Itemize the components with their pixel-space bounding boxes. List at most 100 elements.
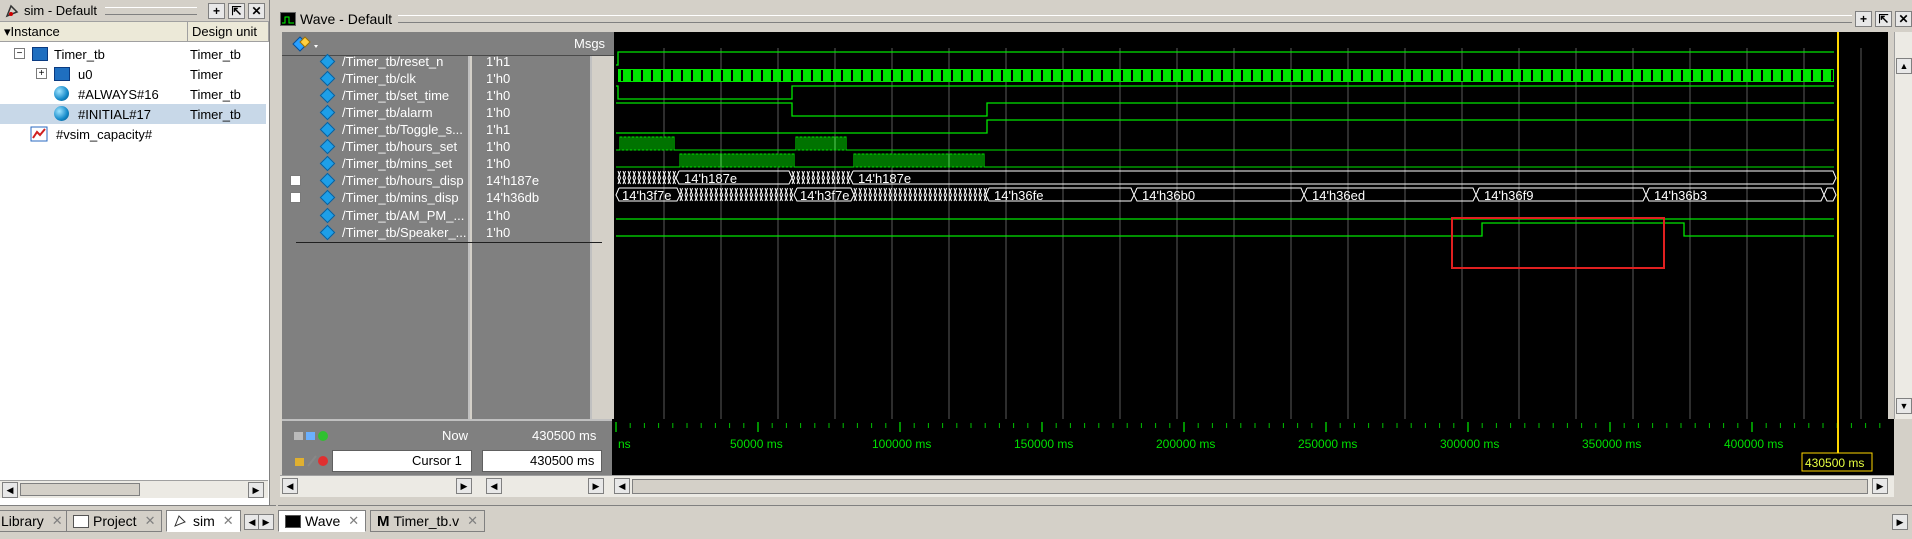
signal-value: 1'h0 <box>486 208 511 223</box>
cursor-icons <box>294 454 330 468</box>
wave-scroll-left-icon[interactable]: ◀ <box>614 478 630 494</box>
tree-item-always[interactable]: #ALWAYS#16 Timer_tb <box>0 84 270 104</box>
tab-scroll-right-icon[interactable]: ▶ <box>258 514 274 530</box>
drag-grip[interactable] <box>104 6 197 15</box>
close-tab-icon[interactable]: ✕ <box>52 513 63 529</box>
sim-title: sim - Default <box>24 3 97 18</box>
tree-item-u0[interactable]: + u0 Timer <box>0 64 270 84</box>
bus-value-label: 14'h36b0 <box>1142 188 1195 203</box>
close-tab-icon[interactable]: ✕ <box>145 513 156 529</box>
close-tab-icon[interactable]: ✕ <box>467 513 478 529</box>
sim-hscrollbar[interactable]: ◀ ▶ <box>0 480 268 498</box>
expand-bus-icon[interactable]: + <box>290 175 301 186</box>
timeline-background <box>612 419 1894 475</box>
signal-wave <box>616 85 1834 100</box>
tick-label: 300000 ms <box>1440 437 1499 451</box>
signal-diamond-icon <box>319 155 336 172</box>
bus-value-label: 14'h36f9 <box>1484 188 1533 203</box>
names-scroll-right-icon[interactable]: ▶ <box>456 478 472 494</box>
values-scroll-left-icon[interactable]: ◀ <box>486 478 502 494</box>
tree-item-vsim-capacity[interactable]: #vsim_capacity# <box>0 124 270 144</box>
tab-library[interactable]: Library ✕ <box>0 510 70 532</box>
signal-diamond-icon <box>319 172 336 189</box>
signal-name: /Timer_tb/set_time <box>342 88 450 103</box>
signal-row[interactable]: /Timer_tb/Speaker_... 1'h0 <box>290 222 600 243</box>
wave-icon <box>280 12 296 26</box>
capacity-icon <box>30 126 48 142</box>
wave-hscrollbar[interactable]: ◀ ▶ ◀ ▶ ◀ ▶ <box>280 475 1894 497</box>
signal-diamond-icon <box>319 70 336 87</box>
tab-timer-tb-v[interactable]: M Timer_tb.v ✕ <box>370 510 486 532</box>
instance-header[interactable]: ▾Instance <box>0 22 188 41</box>
add-icon[interactable]: + <box>208 2 225 19</box>
tick-label: 400000 ms <box>1724 437 1783 451</box>
add-icon[interactable]: + <box>1855 11 1872 27</box>
timeline-ruler[interactable]: ns 50000 ms 100000 ms 150000 ms 200000 ms 250… <box>612 419 1894 475</box>
sim-title-bar: sim - Default + ⇱ ✕ <box>0 0 269 22</box>
close-tab-icon[interactable]: ✕ <box>348 513 359 529</box>
bus-value-label: 14'h187e <box>684 171 737 186</box>
signal-diamond-icon <box>319 224 336 241</box>
bus-value-label: 14'h36fe <box>994 188 1043 203</box>
tab-sim[interactable]: sim ✕ <box>166 510 241 532</box>
signal-diamond-icon <box>319 189 336 206</box>
tab-scroll-right-icon[interactable]: ▶ <box>1892 514 1908 530</box>
tree-item-initial[interactable]: #INITIAL#17 Timer_tb <box>0 104 266 124</box>
signal-value: 14'h36db <box>486 190 540 205</box>
expand-icon[interactable]: + <box>36 68 47 79</box>
wave-scroll-thumb[interactable] <box>632 479 1868 494</box>
tab-project[interactable]: Project ✕ <box>66 510 163 532</box>
signal-value: 1'h0 <box>486 105 511 120</box>
insertion-line <box>296 242 602 243</box>
signal-diamond-icon <box>319 104 336 121</box>
msgs-label: Msgs <box>574 36 606 51</box>
bus-value-label: 14'h36b3 <box>1654 188 1707 203</box>
undock-icon[interactable]: ⇱ <box>228 2 245 19</box>
scroll-up-icon[interactable]: ▲ <box>1896 58 1912 74</box>
bus-segment <box>1823 187 1837 202</box>
undock-icon[interactable]: ⇱ <box>1875 11 1892 27</box>
close-icon[interactable]: ✕ <box>1895 11 1912 27</box>
sim-panel: sim - Default + ⇱ ✕ ▾Instance Design uni… <box>0 0 270 505</box>
collapse-icon[interactable]: − <box>14 48 25 59</box>
signal-wave <box>616 102 1834 117</box>
wave-vscrollbar[interactable]: ▲ ▼ <box>1894 32 1912 419</box>
module-icon <box>32 47 48 61</box>
tick-label: 50000 ms <box>730 437 783 451</box>
names-scroll-left-icon[interactable]: ◀ <box>282 478 298 494</box>
tick-label: 200000 ms <box>1156 437 1215 451</box>
scroll-thumb[interactable] <box>20 483 140 496</box>
signal-name: /Timer_tb/hours_set <box>342 139 458 154</box>
now-cursor-values: 430500 ms 430500 ms <box>482 419 602 475</box>
wave-title-bar: Wave - Default + ⇱ ✕ <box>278 8 1912 30</box>
tick-label: ns <box>618 437 631 451</box>
design-unit-header[interactable]: Design unit <box>188 22 269 41</box>
signal-value: 1'h0 <box>486 71 511 86</box>
close-icon[interactable]: ✕ <box>248 2 265 19</box>
scroll-left-icon[interactable]: ◀ <box>2 482 18 498</box>
signal-name: /Timer_tb/reset_n <box>342 54 444 69</box>
scroll-right-icon[interactable]: ▶ <box>248 482 264 498</box>
waveform-display[interactable]: 14'h187e 14'h187e 14'h3f7e 14'h3f7e 14'h36fe… <box>614 32 1888 419</box>
scroll-down-icon[interactable]: ▼ <box>1896 398 1912 414</box>
cursor-readout: 430500 ms <box>1805 456 1864 470</box>
signal-value: 1'h0 <box>486 156 511 171</box>
wave-scroll-right-icon[interactable]: ▶ <box>1872 478 1888 494</box>
close-tab-icon[interactable]: ✕ <box>223 513 234 529</box>
signal-value: 1'h0 <box>486 88 511 103</box>
expand-bus-icon[interactable]: + <box>290 192 301 203</box>
tree-item-timer-tb[interactable]: − Timer_tb Timer_tb <box>0 44 270 64</box>
signal-name: /Timer_tb/alarm <box>342 105 433 120</box>
drag-grip[interactable] <box>398 15 1852 23</box>
signal-wave <box>616 222 1834 237</box>
signal-diamond-icon <box>319 207 336 224</box>
signal-name: /Timer_tb/mins_set <box>342 156 453 171</box>
bus-value-label: 14'h36ed <box>1312 188 1365 203</box>
tab-wave[interactable]: Wave ✕ <box>278 510 367 532</box>
highlight-box <box>1451 217 1665 269</box>
signal-value: 1'h1 <box>486 122 511 137</box>
values-scroll-right-icon[interactable]: ▶ <box>588 478 604 494</box>
process-icon <box>54 86 69 101</box>
signal-value: 1'h0 <box>486 139 511 154</box>
bus-segment <box>849 170 1837 185</box>
